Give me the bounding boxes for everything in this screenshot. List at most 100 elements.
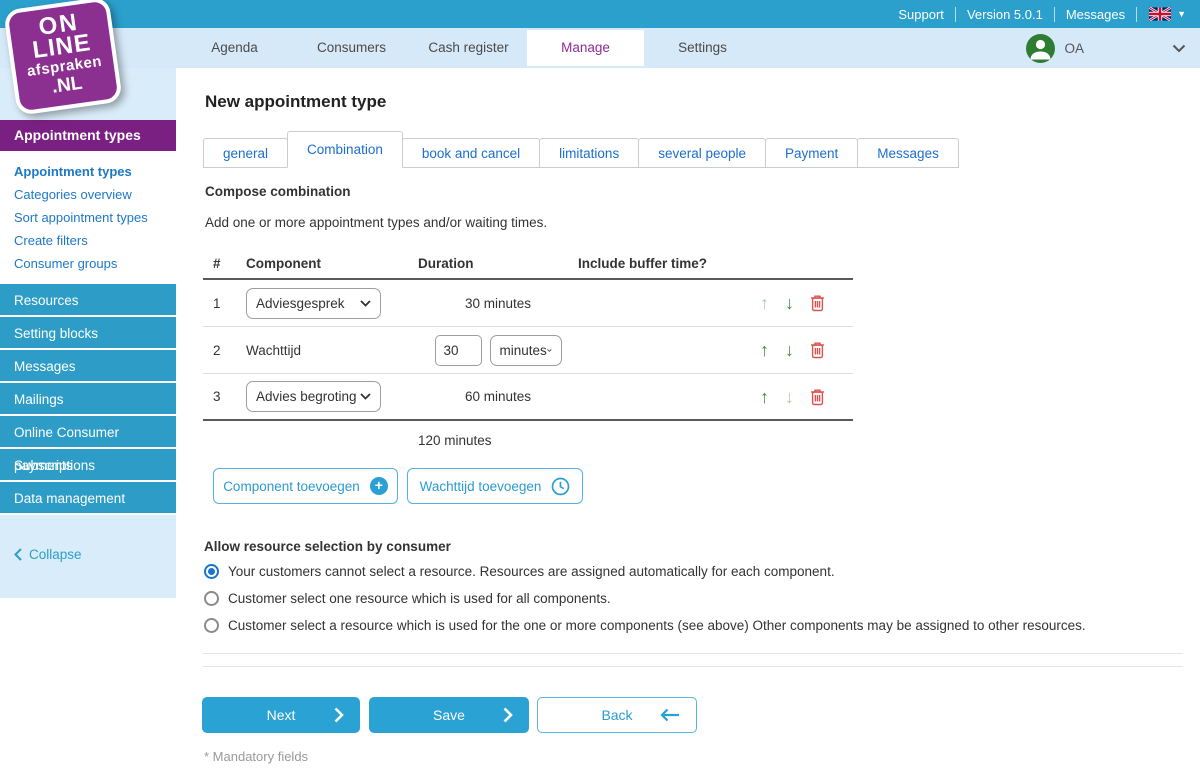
table-header-row: # Component Duration Include buffer time…	[203, 248, 853, 280]
save-button[interactable]: Save	[369, 697, 529, 733]
resource-option-auto[interactable]: Your customers cannot select a resource.…	[204, 564, 835, 579]
tab-limitations[interactable]: limitations	[539, 138, 640, 168]
next-button[interactable]: Next	[202, 697, 360, 733]
resource-option-per-component[interactable]: Customer select a resource which is used…	[204, 618, 1086, 633]
tab-combination[interactable]: Combination	[287, 131, 403, 168]
tab-general[interactable]: general	[203, 138, 289, 168]
resource-option-one-resource[interactable]: Customer select one resource which is us…	[204, 591, 611, 606]
total-duration: 120 minutes	[418, 433, 492, 448]
table-row: 3 Advies begroting 60 minutes ↑ ↓	[203, 374, 853, 421]
duration-value: 60 minutes	[464, 389, 532, 404]
sidebar-link-create-filters[interactable]: Create filters	[14, 229, 176, 252]
sidebar-link-consumer-groups[interactable]: Consumer groups	[14, 252, 176, 275]
delete-row-button[interactable]	[810, 341, 825, 359]
divider	[203, 666, 1183, 667]
sidebar: Appointment types Appointment types Cate…	[0, 28, 176, 598]
col-header-num: #	[213, 255, 221, 271]
arrow-left-icon	[660, 708, 680, 722]
duration-input[interactable]	[434, 334, 482, 366]
duration-value: 30 minutes	[464, 295, 532, 311]
col-header-component: Component	[246, 255, 321, 271]
sidebar-link-appointment-types[interactable]: Appointment types	[14, 160, 176, 183]
messages-link[interactable]: Messages	[1066, 7, 1125, 22]
delete-row-button[interactable]	[810, 388, 825, 406]
col-header-duration: Duration	[418, 255, 474, 271]
row-number: 2	[213, 342, 221, 358]
component-select[interactable]: Advies begroting	[246, 381, 381, 412]
clock-icon	[552, 477, 570, 495]
plus-icon: +	[369, 477, 388, 495]
sidebar-link-sort-appointment-types[interactable]: Sort appointment types	[14, 206, 176, 229]
compose-combination-heading: Compose combination	[205, 184, 351, 199]
nav-item-agenda[interactable]: Agenda	[176, 28, 293, 68]
chevron-right-icon	[503, 707, 513, 723]
combination-table: # Component Duration Include buffer time…	[203, 248, 853, 421]
table-row: 2 Wachttijd minutes ↑ ↓	[203, 327, 853, 374]
sidebar-item-resources[interactable]: Resources	[0, 284, 176, 317]
tab-book-and-cancel[interactable]: book and cancel	[401, 138, 541, 168]
move-down-button[interactable]: ↓	[785, 388, 794, 406]
user-menu[interactable]: OA	[1026, 28, 1200, 68]
sidebar-collapse-button[interactable]: Collapse	[14, 547, 82, 562]
sidebar-item-setting-blocks[interactable]: Setting blocks	[0, 317, 176, 350]
radio-selected-icon[interactable]	[204, 564, 219, 579]
divider	[954, 6, 956, 22]
tab-messages[interactable]: Messages	[857, 138, 959, 168]
chevron-right-icon	[334, 707, 344, 723]
move-down-button[interactable]: ↓	[785, 294, 794, 312]
support-link[interactable]: Support	[898, 7, 944, 22]
component-select[interactable]: Adviesgesprek	[246, 287, 381, 319]
move-down-button[interactable]: ↓	[785, 341, 794, 359]
main-nav: Agenda Consumers Cash register Manage Se…	[0, 28, 1200, 68]
tab-payment[interactable]: Payment	[765, 138, 859, 168]
tab-several-people[interactable]: several people	[638, 138, 767, 168]
nav-item-manage[interactable]: Manage	[527, 30, 644, 66]
row-number: 3	[213, 389, 221, 404]
table-row: 1 Adviesgesprek 30 minutes ↑ ↓	[203, 280, 853, 327]
chevron-down-icon	[546, 348, 552, 352]
sidebar-item-data-management[interactable]: Data management	[0, 482, 176, 515]
move-up-button[interactable]: ↑	[760, 388, 769, 406]
divider	[1053, 6, 1055, 22]
tab-bar: general Combination book and cancel limi…	[203, 131, 959, 168]
page-title: New appointment type	[205, 92, 387, 111]
duration-unit-select[interactable]: minutes	[489, 334, 562, 366]
resource-selection-heading: Allow resource selection by consumer	[204, 539, 451, 554]
move-up-button[interactable]: ↑	[760, 294, 769, 312]
chevron-down-icon	[360, 299, 371, 307]
sidebar-link-categories-overview[interactable]: Categories overview	[14, 183, 176, 206]
delete-row-button[interactable]	[810, 294, 825, 312]
sidebar-item-subscriptions[interactable]: Subscriptions	[0, 449, 176, 482]
row-number: 1	[213, 295, 221, 311]
sidebar-sections: Resources Setting blocks Messages Mailin…	[0, 284, 176, 515]
sidebar-item-messages[interactable]: Messages	[0, 350, 176, 383]
uk-flag-icon[interactable]	[1149, 7, 1172, 21]
chevron-left-icon	[14, 548, 22, 561]
radio-icon[interactable]	[204, 618, 219, 633]
back-button[interactable]: Back	[537, 697, 697, 733]
onlineafspraken-logo[interactable]: ON LINE afspraken .NL	[3, 0, 123, 116]
language-caret-icon[interactable]: ▼	[1177, 9, 1186, 19]
nav-item-consumers[interactable]: Consumers	[293, 28, 410, 68]
avatar[interactable]	[1026, 33, 1056, 63]
nav-item-cash-register[interactable]: Cash register	[410, 28, 527, 68]
add-waiting-time-button[interactable]: Wachttijd toevoegen	[407, 468, 583, 504]
sidebar-item-mailings[interactable]: Mailings	[0, 383, 176, 416]
radio-icon[interactable]	[204, 591, 219, 606]
sidebar-links: Appointment types Categories overview So…	[0, 151, 176, 284]
add-component-button[interactable]: Component toevoegen +	[213, 468, 398, 504]
top-bar: Support Version 5.0.1 Messages ▼	[0, 0, 1200, 28]
divider	[1136, 6, 1138, 22]
chevron-down-icon	[360, 393, 371, 400]
user-chevron-down-icon[interactable]	[1172, 44, 1186, 53]
col-header-buffer: Include buffer time?	[578, 255, 708, 271]
nav-item-settings[interactable]: Settings	[644, 28, 761, 68]
version-label: Version 5.0.1	[966, 6, 1043, 22]
compose-description: Add one or more appointment types and/or…	[205, 215, 548, 230]
user-initials: OA	[1064, 40, 1084, 56]
component-label: Wachttijd	[246, 342, 302, 358]
mandatory-fields-note: * Mandatory fields	[204, 749, 309, 764]
sidebar-header-appointment-types: Appointment types	[0, 120, 176, 151]
sidebar-item-online-consumer-payments[interactable]: Online Consumer payments	[0, 416, 176, 473]
move-up-button[interactable]: ↑	[760, 341, 769, 359]
